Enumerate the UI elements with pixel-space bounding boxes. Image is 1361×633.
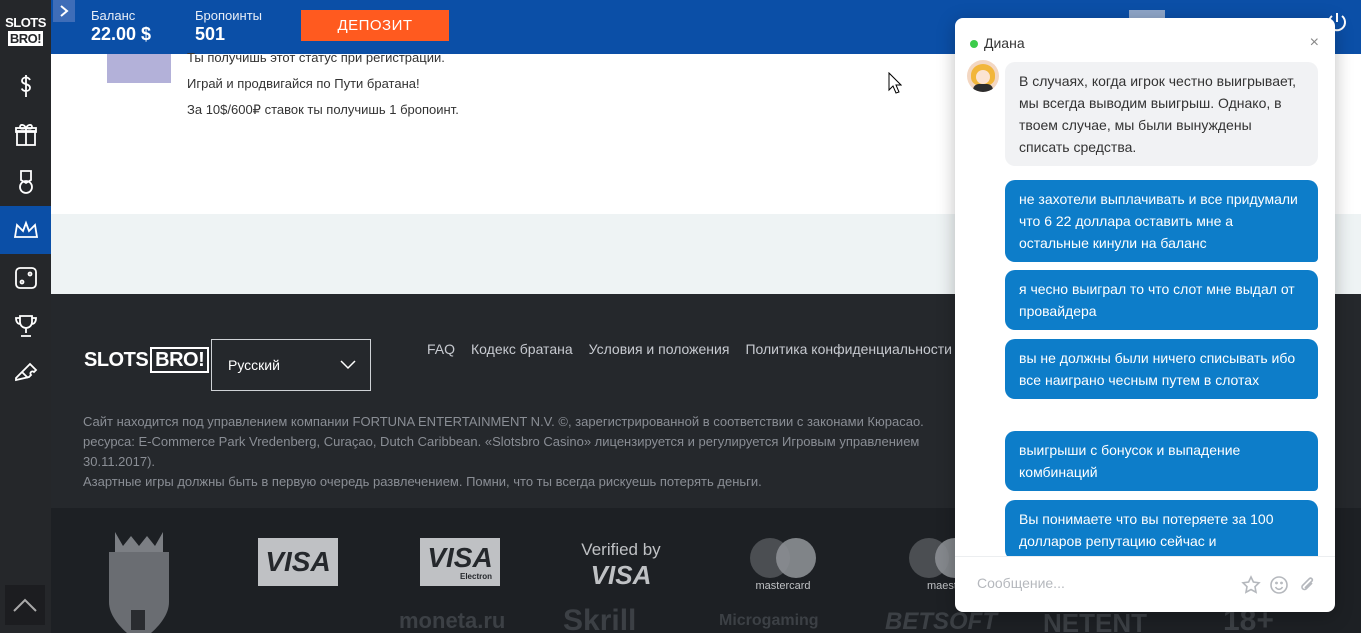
status-image	[107, 54, 171, 83]
chat-message-outgoing: я чесно выиграл то что слот мне выдал от…	[1005, 270, 1318, 330]
collapse-sidebar-button[interactable]	[53, 0, 75, 22]
chat-message-outgoing: Вы понимаете что вы потеряете за 100 дол…	[1005, 500, 1318, 556]
crown-icon	[13, 220, 38, 238]
balance-label: Баланс	[91, 8, 136, 23]
sidebar: SLOTS BRO!	[0, 0, 51, 633]
footer-links: FAQ Кодекс братана Условия и положения П…	[427, 341, 952, 357]
scroll-to-top-button[interactable]	[5, 585, 45, 625]
sidebar-item-lottery[interactable]	[0, 350, 51, 398]
chat-message-incoming: В случаях, когда игрок честно выигрывает…	[1005, 62, 1318, 166]
support-chat-window: Диана × В случаях, когда игрок честно вы…	[955, 18, 1335, 612]
status-line: За 10$/600₽ ставок ты получишь 1 бропоин…	[187, 102, 459, 117]
status-description: Ты получишь этот статус при регистрации.…	[187, 50, 459, 126]
dollar-icon	[20, 75, 31, 97]
chat-message-outgoing: вы не должны были ничего списывать ибо в…	[1005, 339, 1318, 399]
legal-line: Азартные игры должны быть в первую очере…	[83, 474, 762, 489]
attach-button[interactable]	[1297, 575, 1317, 600]
gift-icon	[14, 123, 37, 146]
smile-icon	[1270, 576, 1288, 594]
close-chat-button[interactable]: ×	[1310, 34, 1319, 52]
sidebar-item-achievements[interactable]	[0, 158, 51, 206]
slotsbro-logo[interactable]: SLOTS BRO!	[0, 0, 51, 62]
balance-value: 22.00 $	[91, 24, 152, 44]
footer-link-code[interactable]: Кодекс братана	[471, 341, 573, 357]
visa-logo: VISA	[258, 538, 338, 586]
logo-line1: SLOTS	[5, 15, 46, 30]
logo-line2: BRO!	[7, 31, 44, 46]
agent-name: Диана	[984, 35, 1025, 51]
dice-icon	[14, 267, 37, 289]
rate-button[interactable]	[1241, 575, 1261, 600]
message-input[interactable]: Сообщение...	[977, 575, 1065, 591]
verified-by-visa-logo: Verified by VISA	[581, 540, 661, 590]
status-line: Играй и продвигайся по Пути братана!	[187, 76, 420, 91]
footer-link-faq[interactable]: FAQ	[427, 341, 455, 357]
curacao-seal-icon	[101, 532, 177, 633]
footer-logo[interactable]: SLOTS BRO!	[84, 347, 210, 373]
chat-message-outgoing: не захотели выплачивать и все придумали …	[1005, 180, 1318, 262]
online-status-icon	[970, 40, 978, 48]
bropoints-label: Бропоинты	[195, 8, 262, 23]
star-icon	[1241, 575, 1261, 594]
agent-avatar	[967, 60, 999, 92]
chat-messages[interactable]: В случаях, когда игрок честно выигрывает…	[955, 58, 1335, 556]
legal-line: Сайт находится под управлением компании …	[83, 414, 924, 429]
footer-link-terms[interactable]: Условия и положения	[589, 341, 730, 357]
chat-message-outgoing: выигрыши с бонусок и выпадение комбинаци…	[1005, 431, 1318, 491]
legal-line: ресурса: E-Commerce Park Vredenberg, Cur…	[83, 434, 920, 449]
sidebar-item-tournaments[interactable]	[0, 302, 51, 350]
microgaming-logo: Microgaming	[719, 612, 819, 629]
chevron-down-icon	[340, 360, 356, 370]
chevron-up-icon	[13, 598, 37, 612]
sidebar-item-games[interactable]	[0, 254, 51, 302]
balance-block: Баланс 22.00 $	[91, 8, 151, 45]
chevron-right-icon	[60, 5, 69, 17]
footer-logo-main: SLOTS	[84, 349, 149, 371]
language-select[interactable]: Русский	[211, 339, 371, 391]
sidebar-item-status[interactable]	[0, 206, 51, 254]
mouse-cursor-icon	[888, 71, 903, 99]
legal-line: 30.11.2017).	[83, 454, 156, 469]
emoji-button[interactable]	[1269, 575, 1289, 600]
skrill-logo: Skrill	[563, 604, 637, 633]
paperclip-icon	[1301, 577, 1314, 591]
trophy-icon	[14, 315, 37, 337]
sidebar-item-bonuses[interactable]	[0, 110, 51, 158]
medal-icon	[18, 170, 33, 194]
language-value: Русский	[228, 357, 280, 373]
deposit-button[interactable]: ДЕПОЗИТ	[301, 10, 449, 41]
chat-composer: Сообщение...	[955, 556, 1335, 612]
status-line: Ты получишь этот статус при регистрации.	[187, 50, 445, 65]
mastercard-logo: mastercard	[750, 538, 816, 592]
visa-electron-logo: VISA Electron	[420, 538, 500, 586]
legal-text: Сайт находится под управлением компании …	[83, 412, 963, 492]
footer-link-privacy[interactable]: Политика конфиденциальности	[745, 341, 952, 357]
moneta-logo: moneta.ru	[399, 608, 506, 633]
ticket-icon	[14, 362, 37, 382]
sidebar-item-cashier[interactable]	[0, 62, 51, 110]
bropoints-block: Бропоинты 501	[195, 8, 262, 45]
footer-logo-bro: BRO!	[150, 347, 210, 373]
bropoints-value: 501	[195, 24, 226, 44]
